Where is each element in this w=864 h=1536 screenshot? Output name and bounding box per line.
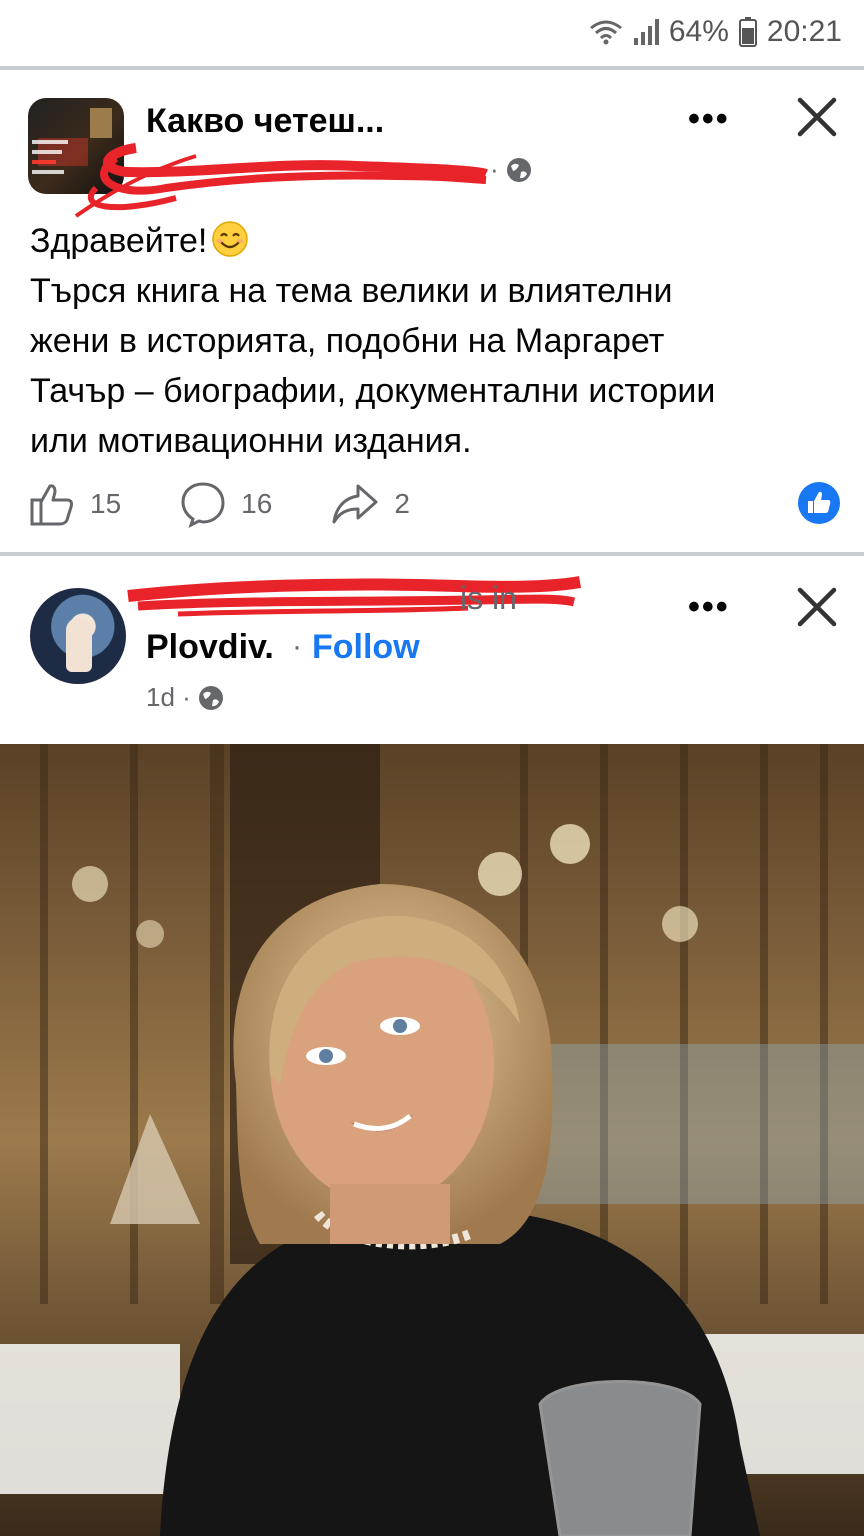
share-count: 2 [394, 488, 410, 519]
post-body: Здравейте! Търся книга на тема велики и … [30, 216, 830, 466]
like-icon [30, 484, 74, 526]
avatar[interactable] [30, 588, 126, 684]
place-name[interactable]: Plovdiv. [146, 628, 274, 667]
like-count: 15 [90, 488, 122, 519]
post-time: 1d · [146, 682, 191, 712]
close-icon[interactable] [794, 94, 840, 140]
more-icon[interactable]: ••• [688, 100, 730, 139]
post-line: или мотивационни издания. [30, 422, 472, 460]
comment-icon [181, 482, 225, 528]
follow-button[interactable]: Follow [312, 628, 420, 667]
signal-icon [633, 19, 659, 45]
reaction-like-icon [808, 491, 831, 513]
divider [0, 66, 864, 70]
post2-meta: 1d · [146, 682, 225, 713]
reaction-summary[interactable] [798, 482, 840, 524]
dot-separator: · [292, 630, 302, 663]
share-button[interactable]: 2 [330, 480, 410, 528]
globe-icon [198, 685, 223, 710]
redaction-scribble [74, 143, 488, 218]
post-line: Търся книга на тема велики и влиятелни [30, 272, 673, 310]
post-line: Тачър – биографии, документални истории [30, 372, 716, 410]
post1-meta: · [490, 154, 533, 185]
post-photo[interactable] [0, 744, 864, 1536]
post-line: жени в историята, подобни на Маргарет [30, 322, 665, 360]
close-icon[interactable] [794, 584, 840, 630]
post-line: Здравейте! [30, 222, 208, 260]
battery-percent: 64% [668, 15, 729, 48]
share-icon [332, 484, 378, 524]
like-button[interactable]: 15 [28, 480, 121, 528]
wifi-icon [589, 20, 622, 45]
smile-emoji-icon [212, 221, 249, 257]
divider [0, 552, 864, 556]
post-actions: 15 16 2 [28, 476, 840, 532]
more-icon[interactable]: ••• [688, 588, 730, 627]
comment-count: 16 [241, 488, 273, 519]
comment-button[interactable]: 16 [179, 480, 272, 528]
battery-icon [738, 17, 757, 47]
status-bar: 64% 20:21 [0, 0, 864, 64]
redaction-scribble [127, 576, 582, 617]
globe-icon [506, 157, 531, 182]
status-indicators: 64% 20:21 [589, 12, 842, 52]
clock: 20:21 [766, 15, 842, 48]
checkin-text: is in [460, 580, 517, 616]
